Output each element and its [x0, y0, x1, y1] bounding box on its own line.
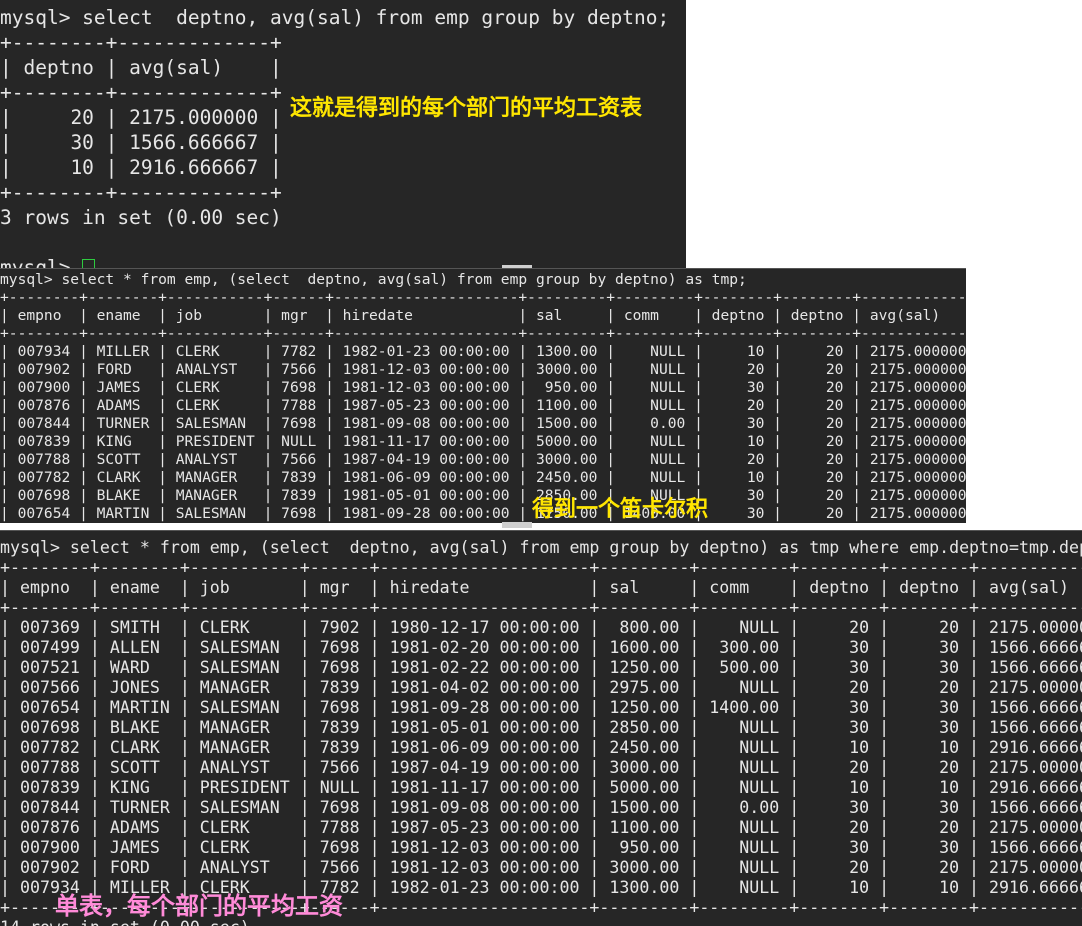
terminal-window-2[interactable]: mysql> select * from emp, (select deptno… — [0, 268, 966, 523]
terminal-line: | 007782 | CLARK | MANAGER | 7839 | 1981… — [0, 738, 1082, 757]
annotation-single-table: 单表，每个部门的平均工资 — [55, 892, 343, 920]
terminal-line: +--------+-------------+ — [0, 81, 282, 104]
terminal-line: | 007788 | SCOTT | ANALYST | 7566 | 1987… — [0, 451, 966, 468]
terminal-line: | 007566 | JONES | MANAGER | 7839 | 1981… — [0, 678, 1082, 697]
terminal-line: +--------+--------+-----------+------+--… — [0, 598, 1082, 617]
terminal-line: | 007782 | CLARK | MANAGER | 7839 | 1981… — [0, 469, 966, 486]
terminal-line: | 007788 | SCOTT | ANALYST | 7566 | 1987… — [0, 758, 1082, 777]
terminal-line: +--------+--------+-----------+------+--… — [0, 325, 966, 342]
terminal-line: mysql> select deptno, avg(sal) from emp … — [0, 6, 670, 29]
terminal-line: +--------+-------------+ — [0, 31, 282, 54]
terminal-line: | 007900 | JAMES | CLERK | 7698 | 1981-1… — [0, 379, 966, 396]
terminal-line: | 20 | 2175.000000 | — [0, 106, 282, 129]
terminal-line: | 007902 | FORD | ANALYST | 7566 | 1981-… — [0, 858, 1082, 877]
terminal-line: | 007521 | WARD | SALESMAN | 7698 | 1981… — [0, 658, 1082, 677]
terminal-line: | 007876 | ADAMS | CLERK | 7788 | 1987-0… — [0, 818, 1082, 837]
terminal-line: | 007698 | BLAKE | MANAGER | 7839 | 1981… — [0, 718, 1082, 737]
annotation-cartesian-product: 得到一个笛卡尔积 — [532, 497, 709, 522]
terminal-line: | 007698 | BLAKE | MANAGER | 7839 | 1981… — [0, 487, 966, 504]
terminal-line: | 007934 | MILLER | CLERK | 7782 | 1982-… — [0, 343, 966, 360]
terminal-line: mysql> — [0, 256, 83, 268]
terminal-line: | 10 | 2916.666667 | — [0, 156, 282, 179]
terminal-line: | 007839 | KING | PRESIDENT | NULL | 198… — [0, 778, 1082, 797]
terminal-line: | empno | ename | job | mgr | hiredate |… — [0, 307, 966, 324]
terminal-line: | 007654 | MARTIN | SALESMAN | 7698 | 19… — [0, 505, 966, 522]
cursor-icon — [82, 259, 95, 268]
terminal-line: | 007900 | JAMES | CLERK | 7698 | 1981-1… — [0, 838, 1082, 857]
terminal-line: +--------+-------------+ — [0, 181, 282, 204]
terminal-window-3[interactable]: mysql> select * from emp, (select deptno… — [0, 530, 1082, 926]
terminal-line: | 007369 | SMITH | CLERK | 7902 | 1980-1… — [0, 618, 1082, 637]
terminal-line: | empno | ename | job | mgr | hiredate |… — [0, 578, 1082, 597]
terminal-line: | 007654 | MARTIN | SALESMAN | 7698 | 19… — [0, 698, 1082, 717]
resize-handle[interactable] — [502, 522, 532, 528]
terminal-line: | 007844 | TURNER | SALESMAN | 7698 | 19… — [0, 415, 966, 432]
terminal-line: +--------+--------+-----------+------+--… — [0, 558, 1082, 577]
terminal-line: | 007839 | KING | PRESIDENT | NULL | 198… — [0, 433, 966, 450]
terminal-line: mysql> select * from emp, (select deptno… — [0, 538, 1082, 557]
terminal-line: | 007902 | FORD | ANALYST | 7566 | 1981-… — [0, 361, 966, 378]
terminal-line: mysql> select * from emp, (select deptno… — [0, 271, 747, 288]
terminal-line: | deptno | avg(sal) | — [0, 56, 282, 79]
terminal-line: | 007876 | ADAMS | CLERK | 7788 | 1987-0… — [0, 397, 966, 414]
terminal-line: | 30 | 1566.666667 | — [0, 131, 282, 154]
terminal-line: +--------+--------+-----------+------+--… — [0, 289, 966, 306]
terminal-line: | 007844 | TURNER | SALESMAN | 7698 | 19… — [0, 798, 1082, 817]
terminal-window-1[interactable]: mysql> select deptno, avg(sal) from emp … — [0, 0, 686, 268]
terminal-line: 3 rows in set (0.00 sec) — [0, 206, 282, 229]
annotation-avg-table: 这就是得到的每个部门的平均工资表 — [290, 96, 643, 121]
terminal-line: | 007499 | ALLEN | SALESMAN | 7698 | 198… — [0, 638, 1082, 657]
